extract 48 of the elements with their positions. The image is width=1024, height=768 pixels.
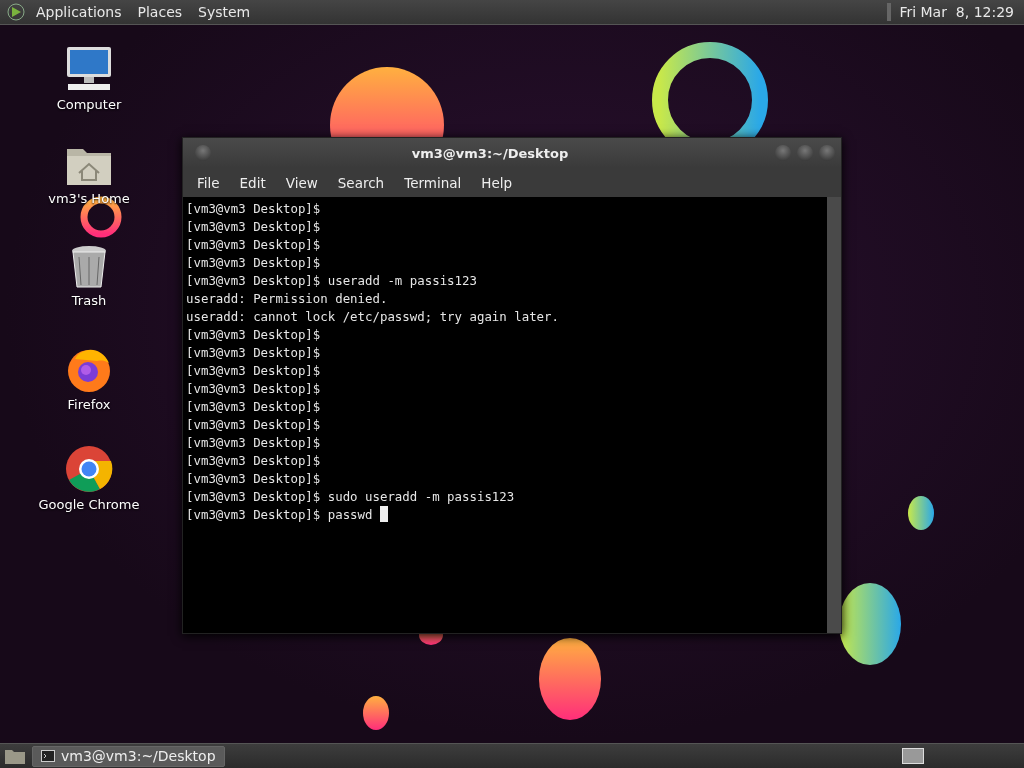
terminal-line: [vm3@vm3 Desktop]$ (186, 452, 322, 470)
terminal-line: [vm3@vm3 Desktop]$ (186, 236, 322, 254)
terminal-line: [vm3@vm3 Desktop]$ sudo useradd -m passis123 (186, 488, 516, 506)
workspace-icon[interactable] (902, 748, 924, 764)
close-button[interactable] (819, 145, 835, 161)
show-desktop-icon[interactable] (4, 747, 26, 765)
clock[interactable]: Fri Mar 8, 12:29 (895, 4, 1018, 20)
menu-item[interactable]: File (187, 174, 230, 191)
trash-icon (69, 245, 109, 289)
terminal-line: [vm3@vm3 Desktop]$ (186, 344, 322, 362)
menu-item[interactable]: Edit (229, 174, 276, 191)
terminal-line: [vm3@vm3 Desktop]$ (186, 398, 322, 416)
menu-item[interactable]: Terminal (394, 174, 472, 191)
taskbar-task[interactable]: vm3@vm3:~/Desktop (32, 745, 225, 767)
window-menu-button[interactable] (195, 145, 211, 161)
minimize-button[interactable] (775, 145, 791, 161)
window-title: vm3@vm3:~/Desktop (410, 145, 570, 161)
terminal-line: [vm3@vm3 Desktop]$ useradd -m passis123 (186, 272, 478, 290)
terminal-line: [vm3@vm3 Desktop]$ (186, 362, 322, 380)
scrollbar[interactable] (827, 197, 841, 633)
distro-logo-icon[interactable] (6, 2, 26, 22)
chrome-icon (65, 445, 113, 493)
terminal-line: [vm3@vm3 Desktop]$ (186, 416, 322, 434)
maximize-button[interactable] (797, 145, 813, 161)
panel-menu[interactable]: System (192, 2, 257, 22)
terminal-line: [vm3@vm3 Desktop]$ (186, 380, 322, 398)
panel-menu[interactable]: Applications (30, 2, 128, 22)
terminal-icon (41, 750, 55, 762)
terminal-line: [vm3@vm3 Desktop]$ (186, 218, 322, 236)
terminal-line: [vm3@vm3 Desktop]$ (186, 326, 322, 344)
panel-handle-icon (887, 3, 892, 21)
desktop-icon-label[interactable]: Trash (71, 293, 107, 308)
desktop-icon-label[interactable]: Computer (56, 97, 122, 112)
terminal-line: [vm3@vm3 Desktop]$ (186, 470, 322, 488)
menu-item[interactable]: Help (471, 174, 523, 191)
computer-icon (64, 45, 114, 93)
terminal-line: [vm3@vm3 Desktop]$ (186, 254, 322, 272)
menu-item[interactable]: Search (327, 174, 395, 191)
panel-menu[interactable]: Places (131, 2, 189, 22)
terminal-line: useradd: cannot lock /etc/passwd; try again later. (186, 308, 560, 326)
terminal-line: useradd: Permission denied. (186, 290, 389, 308)
desktop-icon-label[interactable]: Google Chrome (38, 497, 140, 512)
menu-item[interactable]: View (275, 174, 328, 191)
terminal-line: [vm3@vm3 Desktop]$ passwd (186, 506, 824, 524)
terminal-line: [vm3@vm3 Desktop]$ (186, 200, 322, 218)
text-cursor (379, 506, 388, 522)
terminal-line: [vm3@vm3 Desktop]$ (186, 434, 322, 452)
desktop-icon-label[interactable]: Firefox (67, 397, 111, 412)
